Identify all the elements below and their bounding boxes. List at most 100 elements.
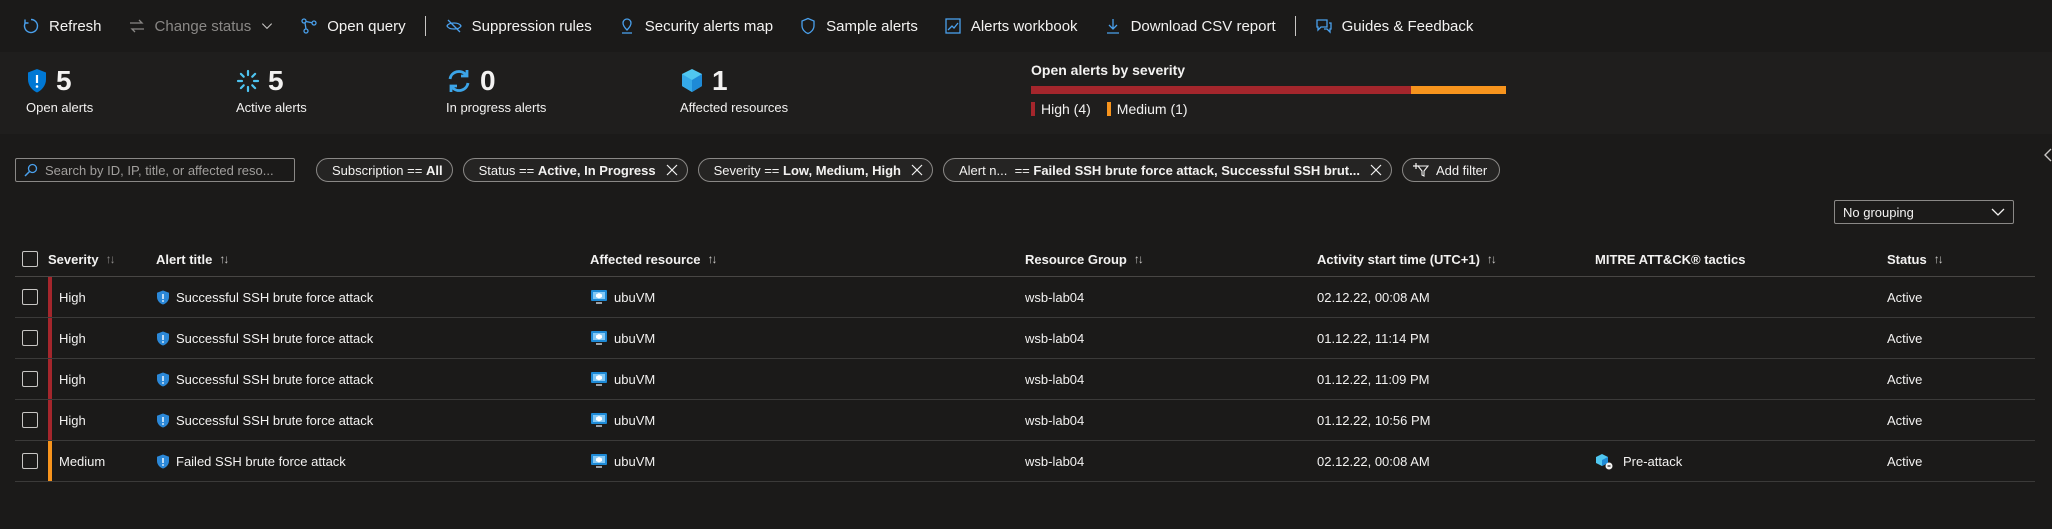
column-severity-label: Severity — [48, 251, 99, 267]
sort-icon: ↑↓ — [1486, 252, 1497, 266]
close-icon[interactable] — [1370, 164, 1382, 176]
sort-icon: ↑↓ — [1133, 252, 1144, 266]
column-severity[interactable]: Severity ↑↓ — [48, 242, 116, 276]
grouping-value: No grouping — [1843, 204, 1914, 220]
row-select-cell — [22, 277, 38, 317]
workbook-icon — [945, 18, 961, 34]
resource-cell[interactable]: ubuVM — [590, 441, 655, 481]
severity-cell: High — [59, 412, 86, 428]
resource-cell[interactable]: ubuVM — [590, 277, 655, 317]
command-bar: Refresh Change status Open query Suppres… — [0, 0, 2052, 52]
activity-time-cell: 02.12.22, 00:08 AM — [1317, 453, 1430, 469]
security-alerts-map-button[interactable]: Security alerts map — [605, 0, 786, 52]
row-checkbox[interactable] — [22, 412, 38, 428]
resource-text: ubuVM — [614, 330, 656, 346]
resource-text: ubuVM — [614, 289, 656, 305]
severity-cell: High — [59, 289, 86, 305]
search-input[interactable] — [45, 162, 285, 178]
refresh-button[interactable]: Refresh — [20, 0, 115, 52]
shield-icon — [157, 372, 169, 386]
active-alerts-label: Active alerts — [236, 100, 307, 115]
shield-icon — [157, 413, 169, 427]
search-box[interactable] — [15, 158, 295, 182]
change-status-button[interactable]: Change status — [115, 0, 288, 52]
sample-alerts-button[interactable]: Sample alerts — [786, 0, 931, 52]
mitre-tactic-text: Pre-attack — [1623, 453, 1683, 469]
alerts-workbook-label: Alerts workbook — [970, 17, 1078, 35]
severity-indicator — [48, 318, 52, 358]
alert-title-cell[interactable]: Successful SSH brute force attack — [156, 318, 373, 358]
table-row[interactable]: Medium Failed SSH brute force attack ubu… — [15, 441, 2035, 482]
severity-indicator — [48, 400, 52, 440]
severity-bar — [1031, 86, 1506, 94]
alert-title-cell[interactable]: Successful SSH brute force attack — [156, 277, 373, 317]
download-icon — [1106, 19, 1119, 34]
row-checkbox[interactable] — [22, 371, 38, 387]
add-filter-button[interactable]: Add filter — [1401, 158, 1501, 182]
column-resource-group[interactable]: Resource Group ↑↓ — [1025, 242, 1144, 276]
open-alerts-stat: 5 Open alerts — [26, 65, 94, 116]
alerts-workbook-button[interactable]: Alerts workbook — [931, 0, 1091, 52]
close-icon[interactable] — [911, 164, 923, 176]
status-cell: Active — [1887, 412, 1923, 428]
alert-title-text: Successful SSH brute force attack — [176, 412, 374, 428]
table-row[interactable]: High Successful SSH brute force attack u… — [15, 318, 2035, 359]
select-all-checkbox[interactable] — [22, 251, 38, 267]
activity-time-cell: 01.12.22, 11:14 PM — [1317, 330, 1430, 346]
affected-resources-count: 1 — [712, 65, 728, 96]
column-mitre-label: MITRE ATT&CK® tactics — [1595, 251, 1746, 267]
status-cell: Active — [1887, 371, 1923, 387]
open-alerts-count: 5 — [56, 65, 72, 96]
grouping-dropdown[interactable]: No grouping — [1834, 200, 2014, 224]
suppression-rules-button[interactable]: Suppression rules — [432, 0, 605, 52]
row-checkbox[interactable] — [22, 453, 38, 469]
chevron-left-icon[interactable] — [2043, 148, 2052, 162]
open-query-button[interactable]: Open query — [287, 0, 418, 52]
severity-cell: High — [59, 330, 86, 346]
alert-title-cell[interactable]: Successful SSH brute force attack — [156, 359, 373, 399]
row-checkbox[interactable] — [22, 289, 38, 305]
resource-cell[interactable]: ubuVM — [590, 318, 655, 358]
resource-text: ubuVM — [614, 371, 656, 387]
guides-feedback-button[interactable]: Guides & Feedback — [1302, 0, 1487, 52]
column-status[interactable]: Status ↑↓ — [1887, 242, 1944, 276]
alert-title-cell[interactable]: Successful SSH brute force attack — [156, 400, 373, 440]
resource-cell[interactable]: ubuVM — [590, 400, 655, 440]
legend-high: High (4) — [1031, 101, 1091, 117]
filter-key: Status == — [478, 162, 538, 178]
table-row[interactable]: High Successful SSH brute force attack u… — [15, 359, 2035, 400]
table-row[interactable]: High Successful SSH brute force attack u… — [15, 277, 2035, 318]
filter-key: Alert n... == — [958, 162, 1034, 178]
filter-pill-subscription[interactable]: Subscription == All — [316, 158, 453, 182]
affected-resources-label: Affected resources — [680, 100, 789, 115]
spinner-icon — [236, 69, 260, 93]
alert-title-cell[interactable]: Failed SSH brute force attack — [156, 441, 346, 481]
column-affected-resource[interactable]: Affected resource ↑↓ — [590, 242, 718, 276]
select-all-cell — [22, 242, 38, 276]
resource-group-cell: wsb-lab04 — [1025, 412, 1085, 428]
filter-pill-text: Alert n... == Failed SSH brute force att… — [959, 163, 1360, 178]
add-filter-label: Add filter — [1435, 162, 1488, 178]
download-csv-button[interactable]: Download CSV report — [1091, 0, 1289, 52]
filter-pill-status[interactable]: Status == Active, In Progress — [462, 158, 688, 182]
pre-attack-icon — [1596, 453, 1613, 469]
sort-icon: ↑↓ — [707, 252, 718, 266]
open-alerts-label: Open alerts — [26, 100, 94, 115]
sort-icon: ↑↓ — [219, 252, 229, 266]
query-icon — [301, 18, 317, 34]
open-query-label: Open query — [327, 17, 406, 35]
close-icon[interactable] — [666, 164, 678, 176]
column-alert-title[interactable]: Alert title ↑↓ — [156, 242, 229, 276]
filter-pill-alert-name[interactable]: Alert n... == Failed SSH brute force att… — [942, 158, 1392, 182]
resource-cell[interactable]: ubuVM — [590, 359, 655, 399]
filter-value: All — [425, 162, 443, 178]
alerts-table: Severity ↑↓ Alert title ↑↓ Affected resour… — [15, 242, 2035, 482]
virtual-machine-icon — [591, 331, 607, 345]
virtual-machine-icon — [591, 372, 607, 386]
row-checkbox[interactable] — [22, 330, 38, 346]
filter-pill-severity[interactable]: Severity == Low, Medium, High — [697, 158, 933, 182]
table-header: Severity ↑↓ Alert title ↑↓ Affected resour… — [15, 242, 2035, 277]
column-activity-start[interactable]: Activity start time (UTC+1) ↑↓ — [1317, 242, 1497, 276]
table-row[interactable]: High Successful SSH brute force attack u… — [15, 400, 2035, 441]
status-cell: Active — [1887, 289, 1923, 305]
